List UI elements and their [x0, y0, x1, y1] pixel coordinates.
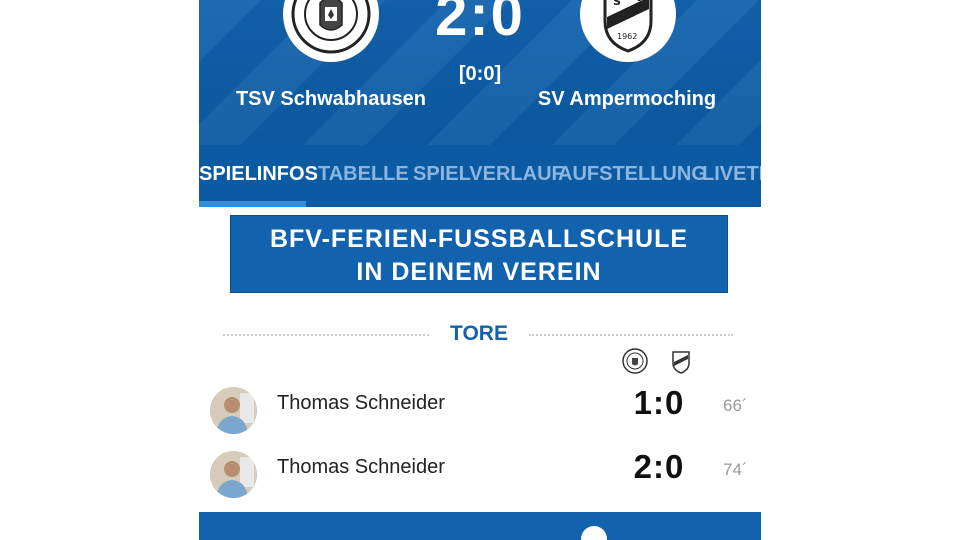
away-team-crest[interactable]: S V 1962: [580, 0, 676, 62]
goal-scorer: Thomas Schneider: [277, 392, 445, 414]
schwabhausen-crest-icon: [622, 348, 648, 374]
home-crest-small: [621, 347, 649, 375]
goal-row[interactable]: Thomas Schneider 1:0 66´: [199, 380, 761, 440]
player-photo-icon: [210, 451, 257, 498]
goal-scorer: Thomas Schneider: [277, 456, 445, 478]
ampermoching-crest-icon: [672, 351, 690, 374]
section-divider-right: [529, 334, 733, 336]
svg-text:1962: 1962: [617, 32, 637, 41]
goal-minute: 74´: [723, 460, 748, 479]
svg-text:S: S: [613, 0, 621, 8]
goal-row[interactable]: Thomas Schneider 2:0 74´: [199, 444, 761, 504]
schwabhausen-crest-icon: [291, 0, 371, 54]
ampermoching-crest-icon: S V 1962: [603, 0, 653, 53]
player-avatar: [210, 387, 257, 434]
halftime-score: [0:0]: [458, 63, 502, 85]
banner-line-1: BFV-FERIEN-FUSSBALLSCHULE: [269, 225, 689, 253]
away-crest-small: [667, 347, 695, 375]
tab-liveticker[interactable]: LIVETICKER: [702, 163, 761, 186]
bottom-ad-banner[interactable]: [199, 512, 761, 540]
svg-text:V: V: [635, 0, 644, 4]
match-score: 2:0: [435, 0, 525, 48]
match-header: S V 1962 2:0 [0:0] TSV Schwabhausen SV A…: [199, 0, 761, 145]
section-divider-left: [223, 334, 429, 336]
match-screen: S V 1962 2:0 [0:0] TSV Schwabhausen SV A…: [199, 0, 761, 540]
active-tab-indicator: [199, 201, 306, 207]
player-photo-icon: [210, 387, 257, 434]
goal-score: 1:0: [633, 384, 685, 421]
tab-tabelle[interactable]: TABELLE: [318, 163, 409, 186]
tab-spielverlauf[interactable]: SPIELVERLAUF: [413, 163, 564, 186]
away-team-name[interactable]: SV Ampermoching: [497, 88, 757, 111]
goal-minute: 66´: [723, 396, 748, 415]
player-avatar: [210, 451, 257, 498]
sponsor-logo-icon: [581, 526, 607, 540]
bfv-ad-banner[interactable]: BFV-FERIEN-FUSSBALLSCHULE IN DEINEM VERE…: [230, 215, 728, 293]
goal-score: 2:0: [633, 448, 685, 485]
banner-line-2: IN DEINEM VEREIN: [356, 258, 602, 286]
tab-bar: SPIELINFOS TABELLE SPIELVERLAUF AUFSTELL…: [199, 145, 761, 207]
tab-spielinfos[interactable]: SPIELINFOS: [199, 163, 318, 186]
tab-aufstellung[interactable]: AUFSTELLUNG: [558, 163, 707, 186]
home-team-crest[interactable]: [283, 0, 379, 62]
goals-section-title: TORE: [450, 322, 508, 345]
home-team-name[interactable]: TSV Schwabhausen: [201, 88, 461, 111]
